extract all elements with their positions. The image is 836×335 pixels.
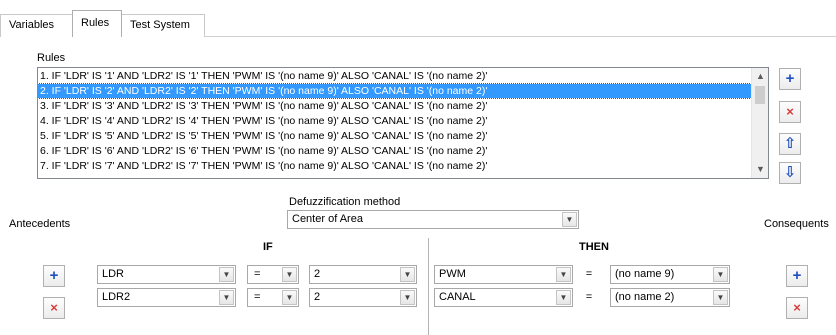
scroll-down-arrow-icon[interactable]: ▼	[752, 161, 768, 178]
chevron-down-icon[interactable]: ▼	[562, 212, 577, 227]
antecedent-operator-select[interactable]: = ▼	[247, 288, 299, 307]
move-rule-up-button[interactable]: ⇧	[779, 133, 801, 155]
consequent-variable-value: PWM	[439, 268, 466, 280]
consequent-operator: =	[585, 268, 593, 280]
consequent-value-value: (no name 2)	[615, 291, 675, 303]
if-then-divider	[428, 238, 429, 335]
rule-item[interactable]: 7. IF 'LDR' IS '7' AND 'LDR2' IS '7' THE…	[38, 159, 751, 173]
chevron-down-icon[interactable]: ▼	[556, 267, 571, 282]
chevron-down-icon[interactable]: ▼	[282, 290, 297, 305]
scroll-thumb[interactable]	[755, 86, 765, 104]
antecedent-variable-select[interactable]: LDR ▼	[97, 265, 236, 284]
consequent-variable-select[interactable]: PWM ▼	[434, 265, 573, 284]
consequent-variable-value: CANAL	[439, 291, 476, 303]
remove-consequent-button[interactable]: ×	[786, 297, 808, 319]
rule-item[interactable]: 3. IF 'LDR' IS '3' AND 'LDR2' IS '3' THE…	[38, 99, 751, 113]
tab-bar: Variables Rules Test System	[0, 0, 836, 37]
rules-scrollbar[interactable]: ▲ ▼	[751, 68, 768, 178]
chevron-down-icon[interactable]: ▼	[400, 267, 415, 282]
add-consequent-button[interactable]: +	[786, 265, 808, 287]
remove-antecedent-button[interactable]: ×	[43, 297, 65, 319]
chevron-down-icon[interactable]: ▼	[400, 290, 415, 305]
chevron-down-icon[interactable]: ▼	[556, 290, 571, 305]
rules-list[interactable]: 1. IF 'LDR' IS '1' AND 'LDR2' IS '1' THE…	[37, 67, 769, 179]
tab-rules[interactable]: Rules	[72, 10, 122, 37]
chevron-down-icon[interactable]: ▼	[713, 267, 728, 282]
move-rule-down-button[interactable]: ⇩	[779, 162, 801, 184]
add-rule-button[interactable]: +	[779, 68, 801, 90]
antecedent-variable-value: LDR	[102, 268, 125, 280]
scroll-up-arrow-icon[interactable]: ▲	[752, 68, 768, 85]
antecedent-value-value: 2	[314, 268, 321, 280]
defuzzification-value: Center of Area	[292, 213, 363, 225]
antecedent-value-select[interactable]: 2 ▼	[309, 288, 417, 307]
chevron-down-icon[interactable]: ▼	[219, 267, 234, 282]
defuzzification-select[interactable]: Center of Area ▼	[287, 210, 579, 229]
chevron-down-icon[interactable]: ▼	[713, 290, 728, 305]
consequent-operator: =	[585, 291, 593, 303]
antecedent-value-value: 2	[314, 291, 321, 303]
antecedent-operator-select[interactable]: = ▼	[247, 265, 299, 284]
then-header: THEN	[579, 241, 609, 253]
rule-item[interactable]: 6. IF 'LDR' IS '6' AND 'LDR2' IS '6' THE…	[38, 144, 751, 158]
add-antecedent-button[interactable]: +	[43, 265, 65, 287]
rule-item[interactable]: 5. IF 'LDR' IS '5' AND 'LDR2' IS '5' THE…	[38, 129, 751, 143]
consequent-value-select[interactable]: (no name 2) ▼	[610, 288, 730, 307]
tab-variables[interactable]: Variables	[0, 14, 73, 37]
antecedents-label: Antecedents	[9, 218, 71, 230]
defuzzification-label: Defuzzification method	[289, 196, 401, 208]
tab-test-system[interactable]: Test System	[121, 14, 205, 37]
antecedent-value-select[interactable]: 2 ▼	[309, 265, 417, 284]
rule-item[interactable]: 1. IF 'LDR' IS '1' AND 'LDR2' IS '1' THE…	[38, 69, 751, 83]
antecedent-operator-value: =	[254, 268, 261, 280]
consequent-value-select[interactable]: (no name 9) ▼	[610, 265, 730, 284]
antecedent-variable-value: LDR2	[102, 291, 131, 303]
antecedent-variable-select[interactable]: LDR2 ▼	[97, 288, 236, 307]
chevron-down-icon[interactable]: ▼	[282, 267, 297, 282]
consequents-label: Consequents	[764, 218, 829, 230]
antecedent-operator-value: =	[254, 291, 261, 303]
rule-item-selected[interactable]: 2. IF 'LDR' IS '2' AND 'LDR2' IS '2' THE…	[38, 83, 752, 99]
consequent-variable-select[interactable]: CANAL ▼	[434, 288, 573, 307]
chevron-down-icon[interactable]: ▼	[219, 290, 234, 305]
rule-item[interactable]: 4. IF 'LDR' IS '4' AND 'LDR2' IS '4' THE…	[38, 114, 751, 128]
consequent-value-value: (no name 9)	[615, 268, 675, 280]
if-header: IF	[263, 241, 273, 253]
remove-rule-button[interactable]: ×	[779, 101, 801, 123]
rules-label: Rules	[37, 52, 66, 64]
